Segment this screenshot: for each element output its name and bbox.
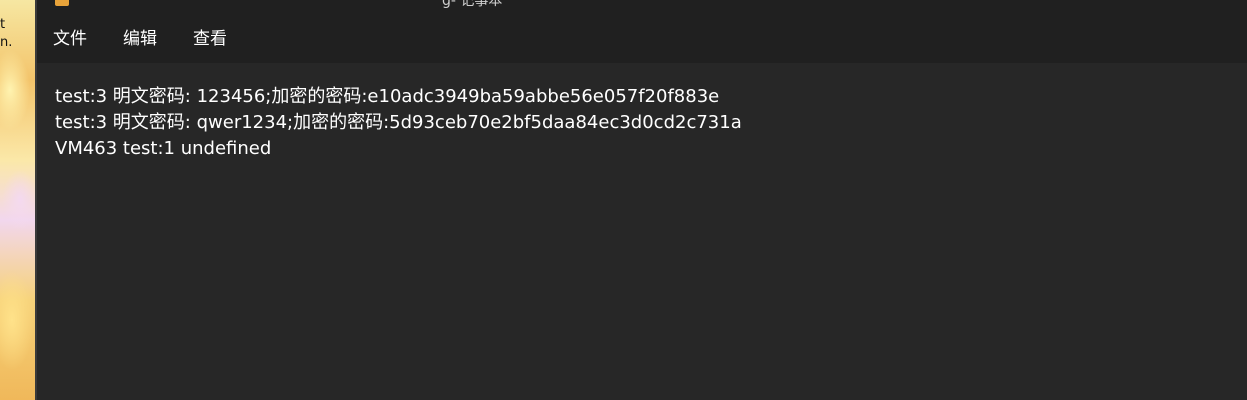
desktop-label-fragment: t n. [0,17,13,50]
editor-line: test:3 明文密码: 123456;加密的密码:e10adc3949ba59… [55,86,720,107]
editor-line: VM463 test:1 undefined [55,138,272,159]
text-editor[interactable]: test:3 明文密码: 123456;加密的密码:e10adc3949ba59… [37,63,1247,400]
window-title: g- 记事本 [442,0,503,9]
screen: t n. g- 记事本 文件 编辑 查看 test:3 明文密码: 123456… [0,0,1247,400]
desktop-wallpaper: t n. [0,0,35,400]
notepad-icon [55,0,69,6]
editor-line: test:3 明文密码: qwer1234;加密的密码:5d93ceb70e2b… [55,112,742,133]
menu-file[interactable]: 文件 [53,26,87,52]
title-bar[interactable]: g- 记事本 [37,0,1247,10]
menu-edit[interactable]: 编辑 [123,26,157,52]
notepad-window: g- 记事本 文件 编辑 查看 test:3 明文密码: 123456;加密的密… [37,0,1247,400]
menu-view[interactable]: 查看 [193,26,227,52]
menu-bar: 文件 编辑 查看 [37,10,1247,63]
